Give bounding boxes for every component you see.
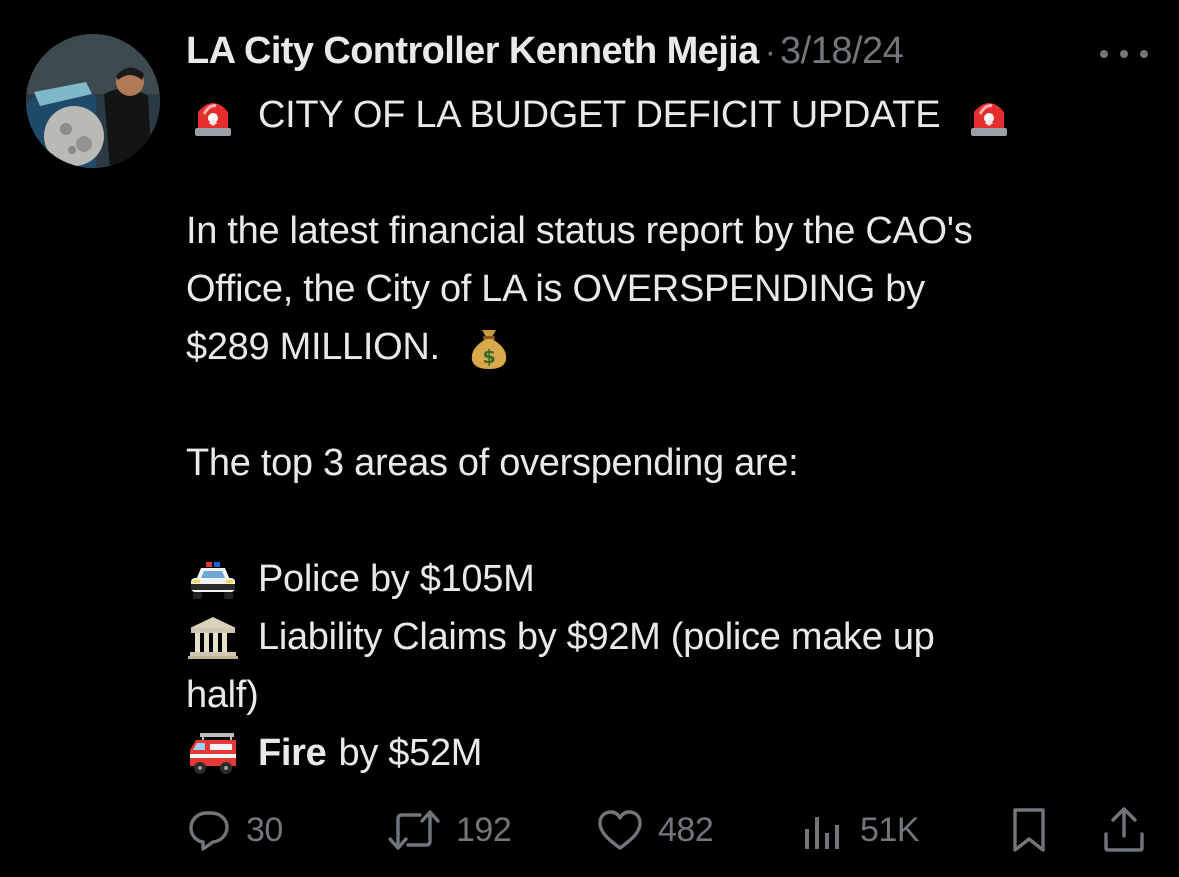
reply-icon xyxy=(189,811,229,851)
repost-count: 192 xyxy=(456,810,512,849)
like-button[interactable]: 482 xyxy=(596,804,714,856)
bookmark-button[interactable] xyxy=(1006,804,1052,856)
svg-text:$: $ xyxy=(482,346,495,368)
bookmark-icon xyxy=(1013,808,1045,852)
reply-button[interactable]: 30 xyxy=(186,804,283,856)
author-display-name[interactable]: LA City Controller Kenneth Mejia xyxy=(186,30,759,73)
repost-icon xyxy=(388,810,440,850)
police-car-icon xyxy=(186,556,240,602)
reply-count: 30 xyxy=(246,810,283,849)
list-item: Police by $105M xyxy=(186,550,1161,608)
classical-building-icon xyxy=(186,614,240,660)
police-light-icon xyxy=(186,92,240,138)
list-item-text: by $52M xyxy=(338,732,483,774)
intro-line: The top 3 areas of overspending are: xyxy=(186,442,799,484)
list-item-text: Liability Claims by $92M (police make up xyxy=(258,616,935,658)
tweet-timestamp[interactable]: 3/18/24 xyxy=(780,30,904,73)
headline-line: CITY OF LA BUDGET DEFICIT UPDATE xyxy=(186,86,1161,144)
paragraph-line: In the latest financial status report by… xyxy=(186,210,973,252)
avatar[interactable] xyxy=(26,34,160,168)
headline-text: CITY OF LA BUDGET DEFICIT UPDATE xyxy=(258,94,941,136)
paragraph-line: Office, the City of LA is OVERSPENDING b… xyxy=(186,268,925,310)
list-item-text: Police by $105M xyxy=(258,558,535,600)
police-light-icon xyxy=(962,92,1016,138)
repost-button[interactable]: 192 xyxy=(386,804,512,856)
tweet-action-bar: 30 192 482 51K xyxy=(186,804,1151,856)
list-item: Liability Claims by $92M (police make up xyxy=(186,608,1161,666)
tweet-text: CITY OF LA BUDGET DEFICIT UPDATE In the … xyxy=(186,86,1161,782)
views-button[interactable]: 51K xyxy=(800,804,920,856)
paragraph-line: $289 MILLION. $ xyxy=(186,318,1161,376)
tweet-header: LA City Controller Kenneth Mejia · 3/18/… xyxy=(186,30,904,82)
list-item-bold: Fire xyxy=(258,732,327,774)
share-button[interactable] xyxy=(1101,804,1147,856)
header-separator: · xyxy=(764,33,776,71)
money-bag-icon: $ xyxy=(462,324,516,370)
list-item-continuation: half) xyxy=(186,674,259,716)
more-options-icon[interactable] xyxy=(1100,46,1148,62)
share-icon xyxy=(1104,807,1144,852)
view-count: 51K xyxy=(860,810,920,849)
fire-engine-icon xyxy=(186,730,240,776)
deficit-amount: $289 MILLION. xyxy=(186,326,440,368)
views-icon xyxy=(805,817,839,849)
heart-icon xyxy=(598,810,642,850)
like-count: 482 xyxy=(658,810,714,849)
list-item: Fire by $52M xyxy=(186,724,1161,782)
